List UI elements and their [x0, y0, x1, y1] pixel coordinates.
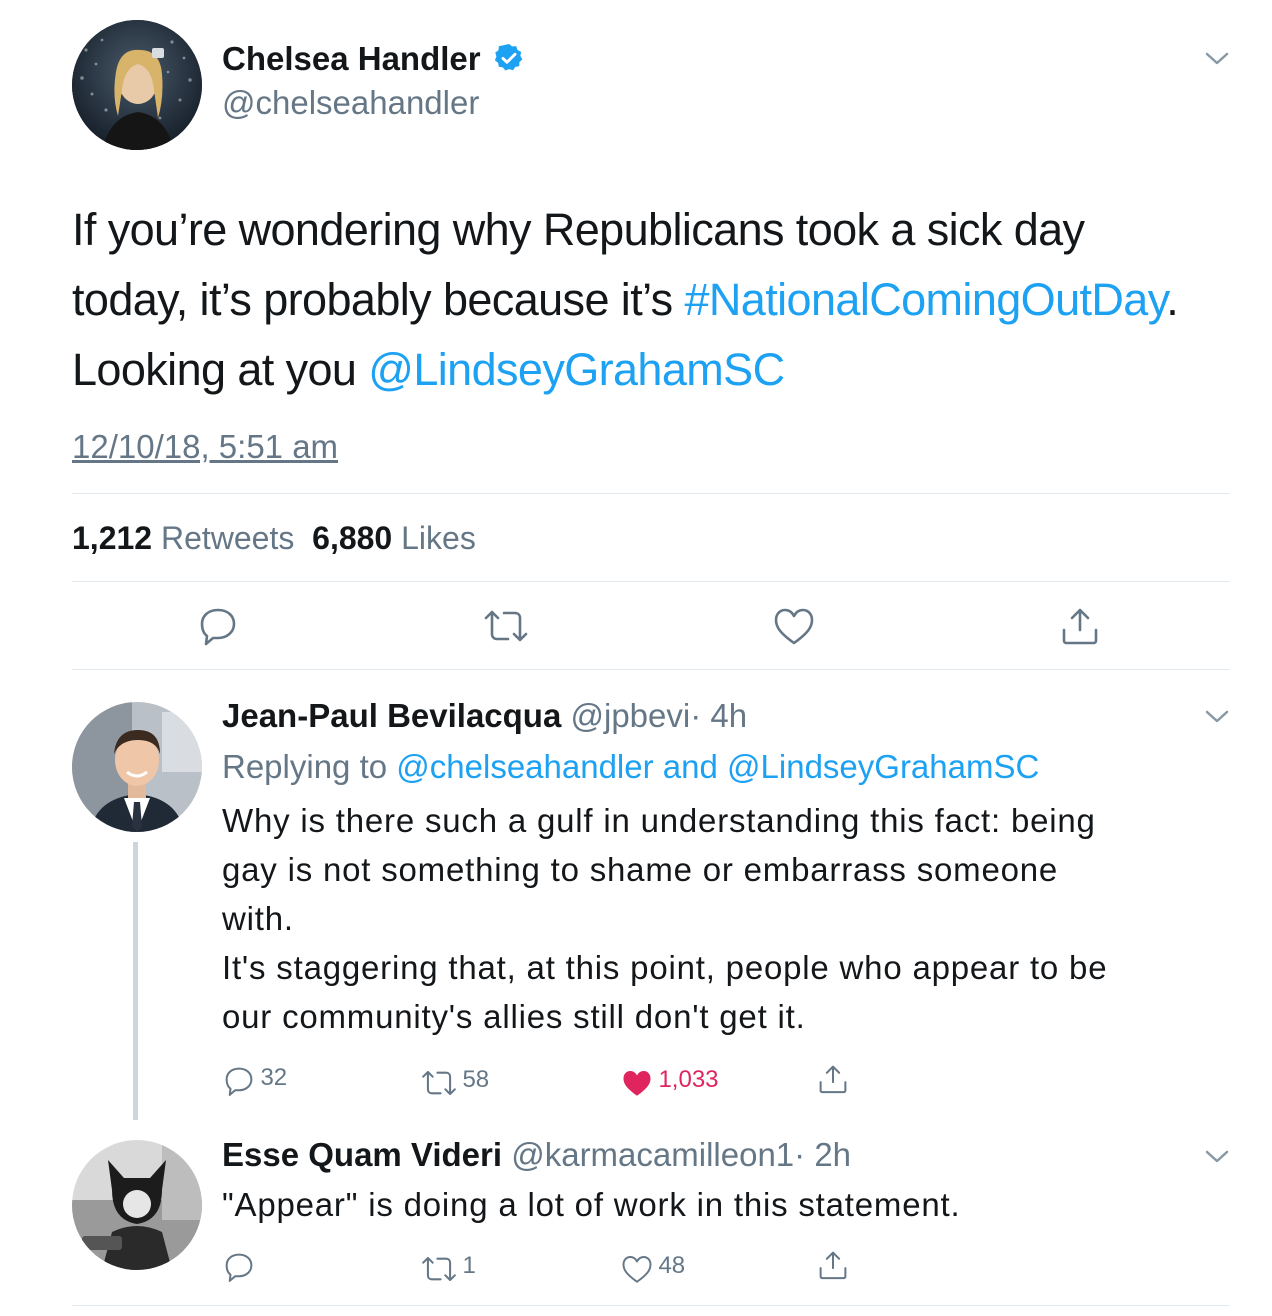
- reply-icon: [225, 1253, 253, 1282]
- reply-time[interactable]: · 2h: [794, 1136, 851, 1173]
- author-handle[interactable]: @chelseahandler: [222, 84, 479, 122]
- reply-author-handle[interactable]: @karmacamilleon1: [511, 1136, 794, 1173]
- verified-badge-icon: [493, 42, 525, 82]
- divider: [72, 669, 1229, 670]
- reply-button[interactable]: 32: [222, 1064, 287, 1098]
- chevron-down-icon[interactable]: [1204, 50, 1230, 73]
- reply-author-name[interactable]: Esse Quam Videri: [222, 1136, 502, 1173]
- reply-text-line: Why is there such a gulf in understandin…: [222, 802, 1096, 839]
- share-icon: [819, 1065, 847, 1094]
- reply-button[interactable]: [196, 604, 240, 653]
- reply-button[interactable]: [222, 1250, 256, 1284]
- reply-author-avatar[interactable]: [72, 1140, 202, 1270]
- chevron-down-icon[interactable]: [1204, 1148, 1230, 1171]
- tweet-text-line: Looking at you @LindseyGrahamSC: [72, 344, 785, 395]
- retweets-stat[interactable]: 1,212 Retweets: [72, 520, 294, 556]
- reply-text-line: gay is not something to shame or embarra…: [222, 851, 1059, 888]
- share-button[interactable]: [1058, 604, 1102, 653]
- tweet-text-line: today, it’s probably because it’s #Natio…: [72, 274, 1179, 325]
- tweet-timestamp[interactable]: 12/10/18, 5:51 am: [72, 428, 338, 466]
- share-icon: [819, 1251, 847, 1280]
- tweet-stats: 1,212 Retweets 6,880 Likes: [72, 520, 476, 557]
- like-icon: [622, 1255, 652, 1283]
- reply-text-line: our community's allies still don't get i…: [222, 998, 806, 1035]
- replying-to: Replying to @chelseahandler and @Lindsey…: [222, 748, 1040, 785]
- reply-author-handle[interactable]: @jpbevi: [571, 697, 691, 734]
- thread-connector: [133, 842, 138, 1120]
- share-icon: [1062, 608, 1098, 645]
- retweet-button[interactable]: 1: [420, 1252, 476, 1285]
- reply-text-line: "Appear" is doing a lot of work in this …: [222, 1186, 961, 1223]
- reply-icon: [200, 608, 236, 646]
- chevron-down-icon[interactable]: [1204, 708, 1230, 731]
- tweet-text-line: If you’re wondering why Republicans took…: [72, 204, 1085, 255]
- reply-author-avatar[interactable]: [72, 702, 202, 832]
- likes-stat[interactable]: 6,880 Likes: [312, 520, 476, 556]
- share-button[interactable]: [816, 1248, 850, 1287]
- divider: [72, 581, 1229, 582]
- retweet-icon: [422, 1256, 456, 1281]
- reply-text: "Appear" is doing a lot of work in this …: [222, 1180, 960, 1229]
- divider: [72, 1305, 1229, 1306]
- reply-header: Esse Quam Videri @karmacamilleon1· 2h: [222, 1136, 851, 1174]
- tweet-text: If you’re wondering why Republicans took…: [72, 195, 1242, 405]
- author-avatar[interactable]: [72, 20, 202, 150]
- retweet-icon: [422, 1070, 456, 1095]
- reply-icon: [225, 1067, 253, 1096]
- divider: [72, 493, 1229, 494]
- retweet-button[interactable]: 58: [420, 1066, 489, 1099]
- retweet-icon: [484, 610, 528, 642]
- hashtag-link[interactable]: #NationalComingOutDay: [684, 274, 1166, 325]
- retweet-button[interactable]: [482, 606, 530, 651]
- share-button[interactable]: [816, 1062, 850, 1101]
- reply-text-line: It's staggering that, at this point, peo…: [222, 949, 1108, 986]
- author-name[interactable]: Chelsea Handler: [222, 40, 525, 82]
- replying-to-link[interactable]: @LindseyGrahamSC: [727, 748, 1039, 785]
- like-button[interactable]: 48: [620, 1252, 685, 1284]
- reply-header: Jean-Paul Bevilacqua @jpbevi· 4h: [222, 697, 747, 735]
- replying-to-link[interactable]: @chelseahandler: [396, 748, 653, 785]
- reply-author-name[interactable]: Jean-Paul Bevilacqua: [222, 697, 561, 734]
- like-icon: [623, 1070, 651, 1096]
- reply-text: Why is there such a gulf in understandin…: [222, 796, 1107, 1041]
- like-button-active[interactable]: 1,033: [620, 1066, 719, 1098]
- reply-text-line: with.: [222, 900, 294, 937]
- reply-time[interactable]: · 4h: [690, 697, 747, 734]
- like-icon: [774, 608, 814, 645]
- mention-link[interactable]: @LindseyGrahamSC: [368, 344, 785, 395]
- like-button[interactable]: [772, 606, 816, 651]
